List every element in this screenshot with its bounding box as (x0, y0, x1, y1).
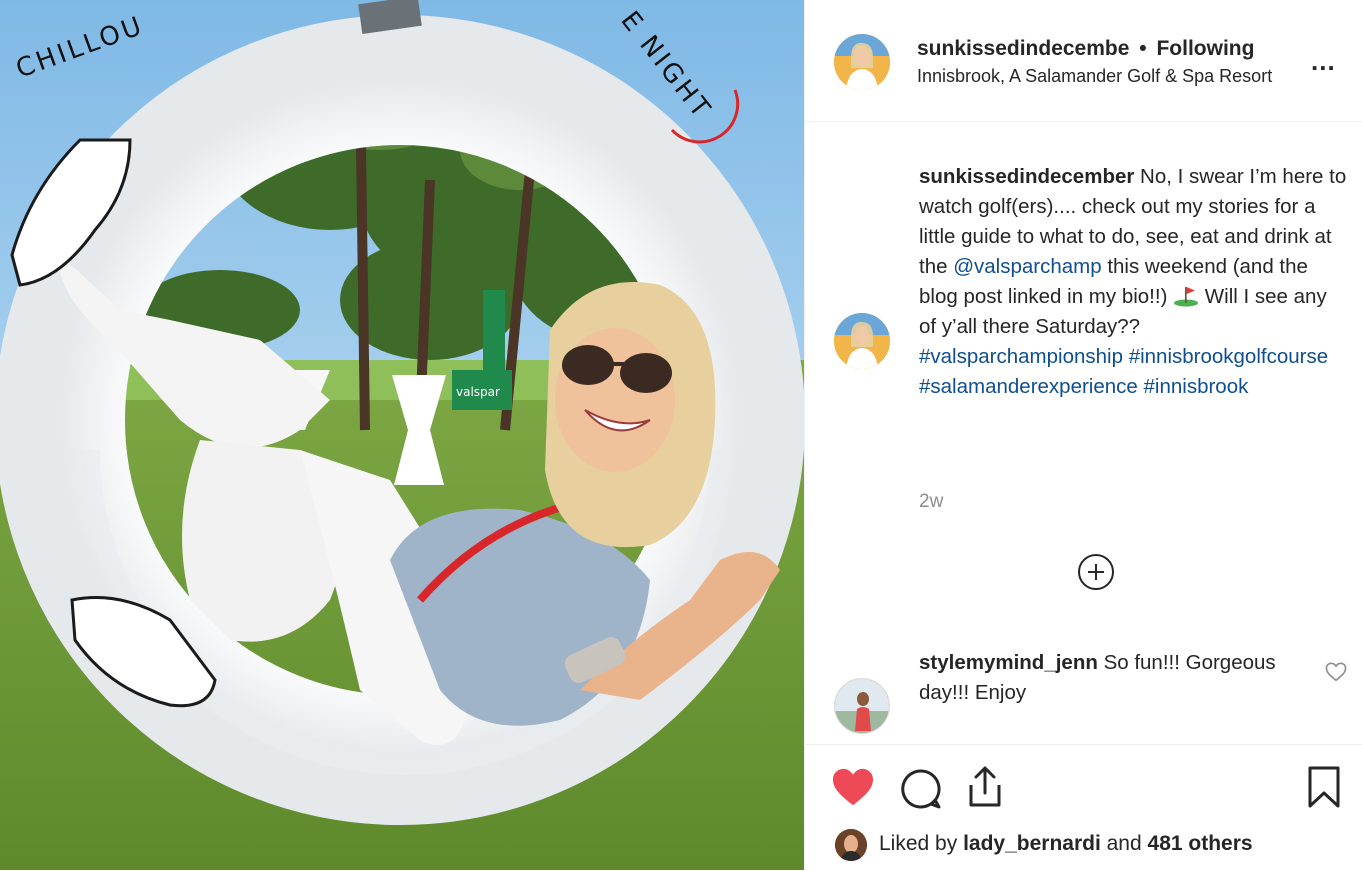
author-avatar[interactable] (834, 34, 890, 90)
likes-prefix: Liked by (879, 832, 964, 855)
more-options-icon[interactable]: ... (1311, 46, 1336, 77)
author-username[interactable]: sunkissedindecembe (917, 37, 1129, 60)
load-more-comments-icon[interactable] (1078, 554, 1114, 590)
share-icon[interactable] (965, 765, 1005, 814)
post-actions-bar: Liked by lady_bernardi and 481 others (805, 744, 1362, 871)
likes-middle: and (1100, 832, 1148, 855)
sign-text: valspar (456, 385, 500, 399)
commenter-avatar[interactable] (834, 678, 890, 734)
caption-username[interactable]: sunkissedindecember (919, 165, 1134, 188)
hashtag-link[interactable]: #valsparchampionship (919, 345, 1123, 368)
photo-illustration: valspar CHILLOU E NIGHT (0, 0, 804, 870)
comment-like-heart-icon[interactable] (1325, 662, 1347, 682)
header-username-row: sunkissedindecembe • Following (917, 37, 1254, 61)
location-link[interactable]: Innisbrook, A Salamander Golf & Spa Reso… (917, 66, 1272, 87)
post-timestamp[interactable]: 2w (919, 491, 943, 513)
post-side-panel: sunkissedindecembe • Following Innisbroo… (804, 0, 1362, 871)
like-heart-icon[interactable] (831, 767, 875, 812)
hashtag-link[interactable]: #innisbrookgolfcourse (1129, 345, 1328, 368)
post-caption: sunkissedindecember No, I swear I’m here… (919, 162, 1349, 402)
post-photo[interactable]: valspar CHILLOU E NIGHT (0, 0, 804, 870)
post-header: sunkissedindecembe • Following Innisbroo… (805, 0, 1362, 122)
hashtag-link[interactable]: #innisbrook (1144, 375, 1249, 398)
likes-text: Liked by lady_bernardi and 481 others (879, 832, 1253, 856)
liker-username[interactable]: lady_bernardi (963, 832, 1101, 855)
separator-dot: • (1139, 37, 1147, 60)
golf-flag-icon (1173, 285, 1199, 307)
comment-icon[interactable] (899, 767, 943, 816)
liker-avatar[interactable] (835, 829, 867, 861)
comment-username[interactable]: stylemymind_jenn (919, 651, 1098, 674)
bookmark-icon[interactable] (1307, 765, 1341, 814)
caption-avatar[interactable] (834, 313, 890, 369)
likes-count[interactable]: 481 others (1148, 832, 1253, 855)
hashtag-link[interactable]: #salamanderexperience (919, 375, 1138, 398)
following-button[interactable]: Following (1156, 37, 1254, 60)
comment-item: stylemymind_jenn So fun!!! Gorgeous day!… (919, 648, 1299, 708)
mention-link[interactable]: @valsparchamp (953, 255, 1101, 278)
